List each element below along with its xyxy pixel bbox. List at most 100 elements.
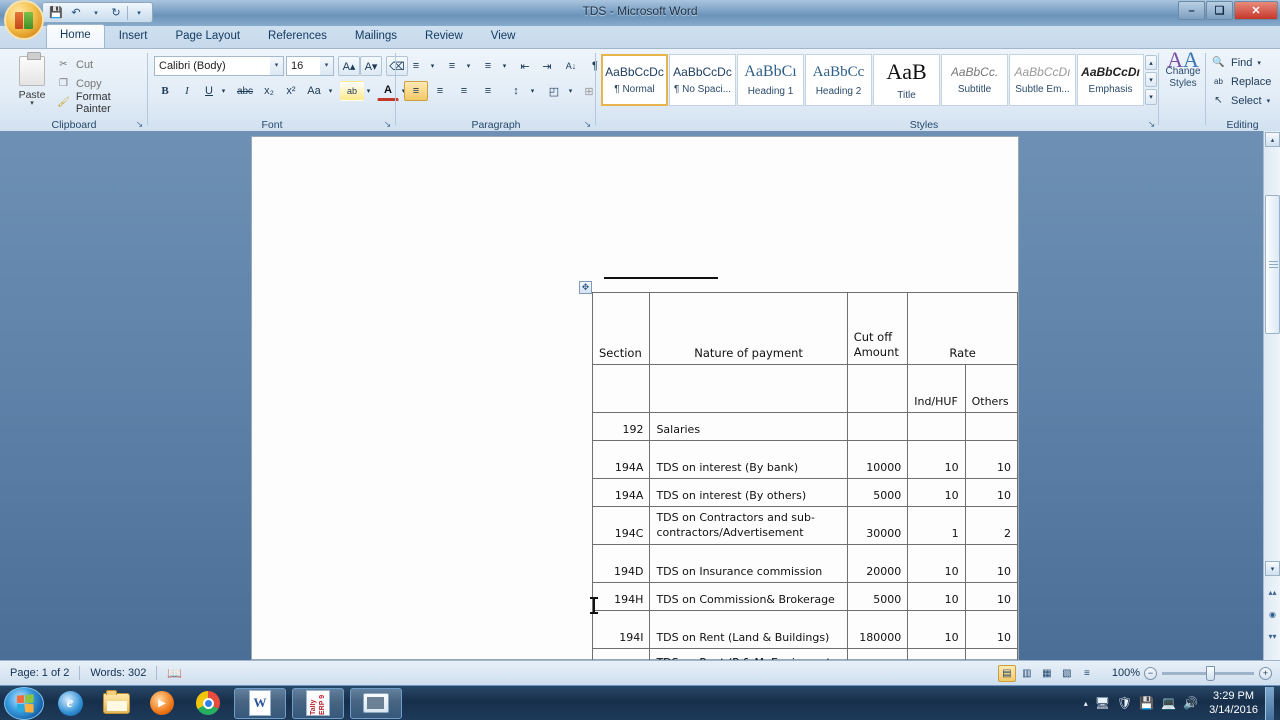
- table-row[interactable]: 194I TDS on Rent (P & M, Equipment, Furn…: [591, 648, 1019, 660]
- scrollbar-thumb[interactable]: [1265, 195, 1280, 334]
- shading-button[interactable]: ◰: [542, 81, 566, 101]
- numbering-dropdown-icon[interactable]: ▾: [463, 56, 474, 76]
- vertical-scrollbar[interactable]: ▴ ▾ ▴▴ ◉ ▾▾: [1263, 131, 1280, 660]
- table-row[interactable]: 194I TDS on Rent (Land & Buildings) 1800…: [591, 610, 1019, 649]
- increase-indent-button[interactable]: ⇥: [536, 56, 558, 76]
- zoom-in-button[interactable]: +: [1259, 666, 1272, 680]
- tab-home[interactable]: Home: [46, 24, 105, 48]
- taskbar-windows-explorer[interactable]: [96, 688, 136, 719]
- sort-button[interactable]: A↓: [560, 56, 582, 76]
- font-size-dropdown-icon[interactable]: ▾: [320, 57, 333, 75]
- font-dialog-launcher[interactable]: ↘: [382, 119, 393, 130]
- taskbar-folder-window[interactable]: [350, 687, 402, 719]
- word-count[interactable]: Words: 302: [80, 667, 156, 679]
- align-center-button[interactable]: ≡: [428, 81, 452, 101]
- multilevel-dropdown-icon[interactable]: ▾: [499, 56, 510, 76]
- superscript-button[interactable]: x²: [280, 81, 302, 101]
- shading-dropdown-icon[interactable]: ▾: [565, 81, 576, 101]
- italic-button[interactable]: I: [176, 81, 198, 101]
- tds-rates-table[interactable]: Section Nature of payment Cut off Amount …: [591, 292, 1019, 660]
- security-icon[interactable]: 🛡: [1117, 696, 1132, 710]
- tab-references[interactable]: References: [254, 26, 341, 48]
- display-icon[interactable]: 🖥: [1095, 696, 1110, 710]
- outline-view-button[interactable]: ▧: [1058, 665, 1076, 682]
- taskbar-microsoft-word[interactable]: W: [234, 687, 286, 719]
- subscript-button[interactable]: x₂: [258, 81, 280, 101]
- table-row[interactable]: 192 Salaries: [591, 412, 1019, 441]
- paragraph-dialog-launcher[interactable]: ↘: [582, 119, 593, 130]
- decrease-indent-button[interactable]: ⇤: [514, 56, 536, 76]
- style-heading-1[interactable]: AaBbCı Heading 1: [737, 54, 804, 106]
- select-dropdown-icon[interactable]: ▾: [1267, 97, 1271, 105]
- start-button[interactable]: [4, 686, 44, 720]
- justify-button[interactable]: ≡: [476, 81, 500, 101]
- zoom-out-button[interactable]: −: [1144, 666, 1157, 680]
- network-icon[interactable]: 💻: [1161, 696, 1176, 710]
- table-row[interactable]: 194D TDS on Insurance commission 20000 1…: [591, 544, 1019, 583]
- customize-qat-icon[interactable]: ▾: [130, 4, 148, 21]
- scroll-up-button[interactable]: ▴: [1265, 132, 1280, 147]
- line-spacing-button[interactable]: ↕: [504, 81, 528, 101]
- style-emphasis[interactable]: AaBbCcDı Emphasis: [1077, 54, 1144, 106]
- show-hidden-icons-button[interactable]: ▴: [1084, 699, 1088, 708]
- document-area[interactable]: ✥ Section Nature of payment Cut off Amoun…: [0, 131, 1280, 660]
- page-indicator[interactable]: Page: 1 of 2: [0, 667, 79, 679]
- taskbar-google-chrome[interactable]: [188, 688, 228, 719]
- tab-mailings[interactable]: Mailings: [341, 26, 411, 48]
- document-page[interactable]: ✥ Section Nature of payment Cut off Amoun…: [251, 136, 1019, 660]
- table-row[interactable]: 194A TDS on interest (By others) 5000 10…: [591, 478, 1019, 507]
- draft-view-button[interactable]: ≡: [1078, 665, 1096, 682]
- web-layout-view-button[interactable]: ▦: [1038, 665, 1056, 682]
- zoom-level[interactable]: 100%: [1102, 667, 1144, 679]
- tab-review[interactable]: Review: [411, 26, 477, 48]
- font-name-dropdown-icon[interactable]: ▾: [270, 57, 283, 75]
- bullets-dropdown-icon[interactable]: ▾: [427, 56, 438, 76]
- undo-dropdown-icon[interactable]: ▾: [87, 4, 105, 21]
- find-dropdown-icon[interactable]: ▾: [1257, 59, 1261, 67]
- font-size-combo[interactable]: 16 ▾: [286, 56, 334, 76]
- bold-button[interactable]: B: [154, 81, 176, 101]
- style-title[interactable]: AaB Title: [873, 54, 940, 106]
- cut-button[interactable]: ✂ Cut: [56, 55, 93, 74]
- font-name-combo[interactable]: Calibri (Body) ▾: [154, 56, 284, 76]
- align-left-button[interactable]: ≡: [404, 81, 428, 101]
- style-normal[interactable]: AaBbCcDc ¶ Normal: [601, 54, 668, 106]
- clipboard-dialog-launcher[interactable]: ↘: [134, 119, 145, 130]
- change-case-button[interactable]: Aa: [302, 81, 326, 101]
- style-no-spacing[interactable]: AaBbCcDc ¶ No Spaci...: [669, 54, 736, 106]
- zoom-slider[interactable]: − +: [1144, 665, 1280, 681]
- paste-button[interactable]: Paste ▾: [10, 52, 54, 110]
- undo-icon[interactable]: ↶: [67, 4, 85, 21]
- tab-insert[interactable]: Insert: [105, 26, 162, 48]
- office-button[interactable]: [4, 0, 44, 40]
- replace-button[interactable]: ab Replace: [1211, 72, 1271, 91]
- bullets-button[interactable]: ≡: [404, 56, 428, 76]
- select-button[interactable]: ↖ Select ▾: [1211, 91, 1270, 110]
- full-screen-reading-view-button[interactable]: ▥: [1018, 665, 1036, 682]
- close-button[interactable]: ✕: [1234, 1, 1278, 20]
- table-move-handle[interactable]: ✥: [579, 281, 592, 294]
- removable-media-icon[interactable]: 💾: [1139, 696, 1154, 710]
- change-styles-button[interactable]: AA Change Styles: [1159, 49, 1207, 112]
- numbering-button[interactable]: ≡: [440, 56, 464, 76]
- tab-view[interactable]: View: [477, 26, 530, 48]
- shrink-font-button[interactable]: A▾: [360, 56, 382, 76]
- format-painter-button[interactable]: 🖌 Format Painter: [56, 91, 148, 115]
- style-heading-2[interactable]: AaBbCc Heading 2: [805, 54, 872, 106]
- underline-dropdown-icon[interactable]: ▾: [218, 81, 229, 101]
- grow-font-button[interactable]: A▴: [338, 56, 360, 76]
- paste-dropdown-icon[interactable]: ▾: [30, 100, 34, 107]
- show-desktop-button[interactable]: [1265, 686, 1274, 720]
- clock[interactable]: 3:29 PM 3/14/2016: [1205, 689, 1258, 717]
- highlight-dropdown-icon[interactable]: ▾: [363, 81, 374, 101]
- redo-icon[interactable]: ↻: [107, 4, 125, 21]
- restore-button[interactable]: ❑: [1206, 1, 1233, 20]
- minimize-button[interactable]: –: [1178, 1, 1205, 20]
- change-case-dropdown-icon[interactable]: ▾: [325, 81, 336, 101]
- find-button[interactable]: 🔍 Find ▾: [1211, 53, 1261, 72]
- style-subtle-emphasis[interactable]: AaBbCcDı Subtle Em...: [1009, 54, 1076, 106]
- align-right-button[interactable]: ≡: [452, 81, 476, 101]
- underline-button[interactable]: U: [198, 81, 220, 101]
- style-subtitle[interactable]: AaBbCc. Subtitle: [941, 54, 1008, 106]
- taskbar-windows-media-player[interactable]: ▶: [142, 688, 182, 719]
